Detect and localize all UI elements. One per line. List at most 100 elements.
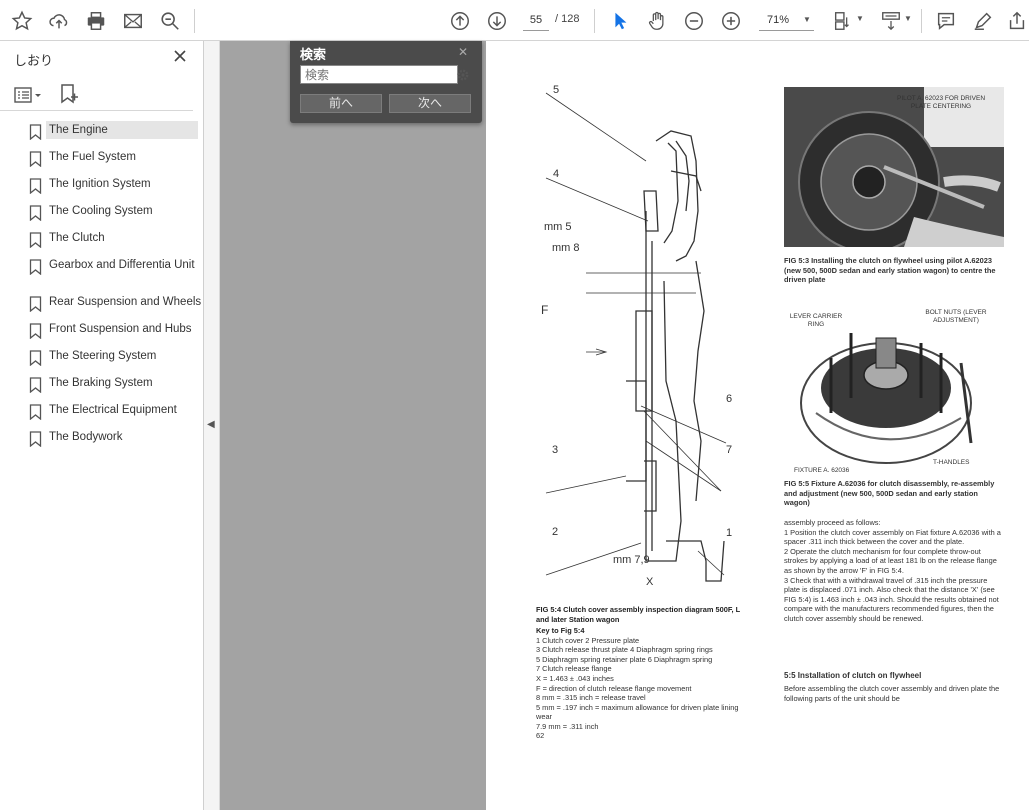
diagram-label-mm8: mm 8 xyxy=(552,242,580,254)
fig-5-4-key: Key to Fig 5:4 1 Clutch cover 2 Pressure… xyxy=(536,626,754,732)
panel-title: しおり xyxy=(14,53,54,68)
bookmark-item-electrical-equipment[interactable]: The Electrical Equipment xyxy=(14,401,200,428)
toolbar-divider xyxy=(594,9,595,33)
bookmark-item-bodywork[interactable]: The Bodywork xyxy=(14,428,200,455)
zoom-in-icon[interactable] xyxy=(718,8,744,34)
zoom-dropdown[interactable]: 71% ▼ xyxy=(759,10,814,31)
chevron-down-icon[interactable]: ▼ xyxy=(904,14,912,23)
bookmark-icon xyxy=(29,323,42,340)
fig-5-5-caption: FIG 5:5 Fixture A.62036 for clutch disas… xyxy=(784,479,995,508)
diagram-label-6: 6 xyxy=(726,393,733,405)
find-title: 検索 xyxy=(300,47,327,62)
diagram-label-2: 2 xyxy=(552,526,559,538)
toolbar-divider xyxy=(921,9,922,33)
bookmark-item-the-engine[interactable]: The Engine xyxy=(14,121,200,148)
select-cursor-icon[interactable] xyxy=(607,8,633,34)
bookmark-item-cooling-system[interactable]: The Cooling System xyxy=(14,202,200,229)
bookmark-item-braking-system[interactable]: The Braking System xyxy=(14,374,200,401)
bookmark-label: The Braking System xyxy=(49,377,153,389)
main-toolbar: / 128 71% ▼ ▼ ▼ xyxy=(0,0,1029,41)
zoom-value: 71% xyxy=(767,14,790,26)
key-line: 5 Diaphragm spring retainer plate 6 Diap… xyxy=(536,654,713,664)
close-icon[interactable] xyxy=(171,47,189,65)
find-input[interactable] xyxy=(300,65,458,84)
key-line: 7.9 mm = .311 inch xyxy=(536,721,599,731)
page-total: / 128 xyxy=(555,13,580,25)
bookmark-icon xyxy=(29,296,42,313)
print-icon[interactable] xyxy=(83,8,109,34)
diagram-label-5: 5 xyxy=(553,84,560,96)
lever-callout: LEVER CARRIER RING xyxy=(789,313,843,328)
bookmark-label: The Electrical Equipment xyxy=(49,404,177,416)
add-bookmark-icon[interactable] xyxy=(58,83,80,105)
bookmark-item-ignition-system[interactable]: The Ignition System xyxy=(14,175,200,202)
page-number: 62 xyxy=(536,731,545,740)
options-menu-icon[interactable] xyxy=(14,85,44,105)
key-title: Key to Fig 5:4 xyxy=(536,626,585,635)
diagram-label-4: 4 xyxy=(553,168,560,180)
share-icon[interactable] xyxy=(1004,8,1029,34)
document-viewport[interactable]: 5 4 mm 5 mm 8 F 6 3 7 2 1 mm 7,9 X FIG 5… xyxy=(220,41,1029,810)
panel-collapse-strip[interactable]: ◀ xyxy=(204,41,220,810)
bookmark-icon xyxy=(29,259,42,276)
bookmark-item-rear-suspension[interactable]: Rear Suspension and Wheels xyxy=(14,293,201,320)
bookmark-label: The Steering System xyxy=(49,350,157,362)
close-icon[interactable]: ✕ xyxy=(458,45,468,59)
bookmark-icon xyxy=(29,377,42,394)
page-layout-icon[interactable] xyxy=(830,8,856,34)
key-line: 7 Clutch release flange xyxy=(536,664,612,674)
pen-icon[interactable] xyxy=(970,8,996,34)
star-icon[interactable] xyxy=(9,8,35,34)
bookmark-item-fuel-system[interactable]: The Fuel System xyxy=(14,148,200,175)
comment-icon[interactable] xyxy=(933,8,959,34)
procedure-step-2: 2 Operate the clutch mechanism for four … xyxy=(784,546,997,575)
procedure-text: assembly proceed as follows: 1 Position … xyxy=(784,518,1002,624)
bookmark-label: The Clutch xyxy=(49,232,105,244)
page-up-icon[interactable] xyxy=(447,8,473,34)
page-number-input[interactable] xyxy=(523,10,549,31)
bookmark-item-steering-system[interactable]: The Steering System xyxy=(14,347,200,374)
page-down-icon[interactable] xyxy=(484,8,510,34)
procedure-intro: assembly proceed as follows: xyxy=(784,518,881,527)
key-line: 5 mm = .197 inch = maximum allowance for… xyxy=(536,702,739,722)
bolt-callout: BOLT NUTS (LEVER ADJUSTMENT) xyxy=(925,309,987,324)
collapse-arrow-icon[interactable]: ◀ xyxy=(207,419,215,430)
fig-5-4-caption-text: FIG 5:4 Clutch cover assembly inspection… xyxy=(536,605,740,624)
pdf-page: 5 4 mm 5 mm 8 F 6 3 7 2 1 mm 7,9 X FIG 5… xyxy=(486,41,1029,810)
gear-icon[interactable] xyxy=(456,68,470,82)
diagram-label-mm79: mm 7,9 xyxy=(613,554,650,566)
upload-icon[interactable] xyxy=(46,8,72,34)
section-text: Before assembling the clutch cover assem… xyxy=(784,684,1000,703)
bookmark-icon xyxy=(29,178,42,195)
bookmark-item-front-suspension[interactable]: Front Suspension and Hubs xyxy=(14,320,200,347)
chevron-down-icon: ▼ xyxy=(803,15,811,24)
fig-5-3-caption: FIG 5:3 Installing the clutch on flywhee… xyxy=(784,256,996,285)
zoom-search-icon[interactable] xyxy=(157,8,183,34)
key-line: 3 Clutch release thrust plate 4 Diaphrag… xyxy=(536,645,713,655)
clutch-flywheel-photo xyxy=(784,87,1004,247)
bookmark-icon xyxy=(29,431,42,448)
key-line: X = 1.463 ± .043 inches xyxy=(536,673,614,683)
bookmark-icon xyxy=(29,151,42,168)
find-next-button[interactable]: 次へ xyxy=(389,94,471,113)
bookmark-label: Gearbox and Differentia Unit xyxy=(49,259,195,271)
key-line: F = direction of clutch release flange m… xyxy=(536,683,692,693)
section-heading: 5:5 Installation of clutch on flywheel xyxy=(784,671,922,680)
chevron-down-icon[interactable]: ▼ xyxy=(856,14,864,23)
key-line: 1 Clutch cover 2 Pressure plate xyxy=(536,635,640,645)
scroll-mode-icon[interactable] xyxy=(878,8,904,34)
bookmark-icon xyxy=(29,205,42,222)
diagram-label-3: 3 xyxy=(552,444,559,456)
bookmarks-panel: しおり The Engine The Fuel System The Ignit… xyxy=(0,41,204,810)
hand-icon[interactable] xyxy=(644,8,670,34)
mail-icon[interactable] xyxy=(120,8,146,34)
bookmark-item-gearbox[interactable]: Gearbox and Differentia Unit xyxy=(14,256,200,293)
find-panel: 検索 ✕ 前へ 次へ xyxy=(290,41,482,123)
bookmark-label: The Ignition System xyxy=(49,178,151,190)
diagram-label-mm5: mm 5 xyxy=(544,221,572,233)
zoom-out-icon[interactable] xyxy=(681,8,707,34)
find-previous-button[interactable]: 前へ xyxy=(300,94,382,113)
bookmark-item-clutch[interactable]: The Clutch xyxy=(14,229,200,256)
handles-callout: T-HANDLES xyxy=(933,459,970,466)
bookmark-label: The Bodywork xyxy=(49,431,123,443)
